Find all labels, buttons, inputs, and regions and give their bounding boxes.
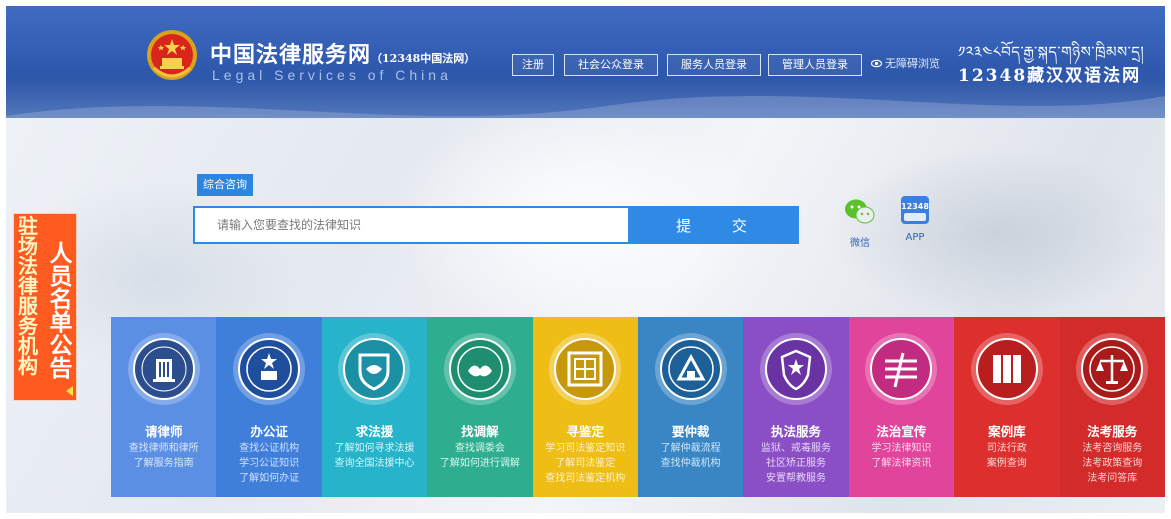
- service-tile-case-library[interactable]: 案例库 司法行政 案例查询: [954, 317, 1060, 497]
- accessibility-label: 无障碍浏览: [885, 57, 940, 70]
- notice-banner[interactable]: 驻场法律服务机构 人员名单公告: [13, 213, 77, 401]
- tile-title: 求法援: [355, 424, 394, 439]
- tile-link[interactable]: 案例查询: [954, 454, 1059, 469]
- tile-link[interactable]: 查找司法鉴定机构: [533, 469, 638, 484]
- case-library-icon: [970, 333, 1043, 405]
- tile-title: 寻鉴定: [566, 424, 605, 439]
- public-login-button[interactable]: 社会公众登录: [564, 54, 658, 76]
- tile-link[interactable]: 学习司法鉴定知识: [533, 439, 638, 454]
- wechat-label: 微信: [850, 238, 870, 249]
- tab-general-consult[interactable]: 综合咨询: [197, 174, 253, 196]
- tile-link[interactable]: 了解法律资讯: [849, 454, 954, 469]
- service-tile-mediation[interactable]: 找调解 查找调委会 了解如何进行调解: [427, 317, 533, 497]
- service-tile-legal-aid[interactable]: 求法援 了解如何寻求法援 查询全国法援中心: [321, 317, 428, 497]
- admin-login-button[interactable]: 管理人员登录: [768, 54, 862, 76]
- tile-link[interactable]: 查询全国法援中心: [322, 454, 427, 469]
- notice-arrow-icon: [66, 386, 73, 396]
- site-header: 中国法律服务网（12348中国法网） Legal Services of Chi…: [6, 6, 1165, 118]
- service-tile-publicity[interactable]: 法治宣传 学习法律知识 了解法律资讯: [848, 317, 955, 497]
- notary-emblem-icon: [233, 333, 306, 405]
- app-icon-text: 12348: [901, 202, 929, 211]
- tile-link[interactable]: 法考问答库: [1060, 469, 1165, 484]
- arbitration-icon: [654, 333, 727, 405]
- tile-link[interactable]: 法考咨询服务: [1060, 439, 1165, 454]
- notice-title-part2: 人员名单公告: [49, 240, 73, 382]
- tile-link[interactable]: 查找公证机构: [216, 439, 321, 454]
- legal-aid-icon: [338, 333, 411, 405]
- tile-title: 办公证: [250, 424, 288, 439]
- accessibility-link[interactable]: 无障碍浏览: [871, 55, 940, 71]
- police-emblem-icon: [760, 333, 833, 405]
- national-emblem-icon[interactable]: [146, 28, 198, 84]
- submit-button[interactable]: 提 交: [628, 208, 797, 242]
- tile-link[interactable]: 了解仲裁流程: [638, 439, 743, 454]
- notice-title-part1: 驻场法律服务机构: [18, 214, 38, 378]
- tile-link[interactable]: 了解如何寻求法援: [322, 439, 427, 454]
- tile-link[interactable]: 查找律师和律所: [111, 439, 216, 454]
- site-name-sub: （12348中国法网）: [371, 52, 476, 65]
- wechat-link[interactable]: 微信: [843, 197, 877, 249]
- site-name-text: 中国法律服务网: [210, 42, 372, 68]
- service-tile-arbitration[interactable]: 要仲裁 了解仲裁流程 查找仲裁机构: [637, 317, 744, 497]
- tile-link[interactable]: 学习法律知识: [849, 439, 954, 454]
- tile-link[interactable]: 法考政策查询: [1060, 454, 1165, 469]
- tile-link[interactable]: 司法行政: [954, 439, 1059, 454]
- service-tile-law-exam[interactable]: 法考服务 法考咨询服务 法考政策查询 法考问答库: [1059, 317, 1165, 497]
- tile-link[interactable]: 了解司法鉴定: [533, 454, 638, 469]
- site-name[interactable]: 中国法律服务网（12348中国法网）: [210, 37, 475, 69]
- exam-scales-icon: [1076, 333, 1149, 405]
- bilingual-site-name: 12348藏汉双语法网: [958, 66, 1142, 86]
- tile-link[interactable]: 了解如何办证: [216, 469, 321, 484]
- tile-link[interactable]: 安置帮教服务: [743, 469, 848, 484]
- appraisal-icon: [549, 333, 622, 405]
- mediation-icon: [443, 333, 516, 405]
- search-input[interactable]: [195, 208, 628, 242]
- eye-icon: [871, 59, 882, 67]
- tile-link[interactable]: 查找调委会: [427, 439, 532, 454]
- tile-title: 执法服务: [771, 424, 822, 439]
- tile-link[interactable]: 监狱、戒毒服务: [743, 439, 848, 454]
- service-tile-notary[interactable]: 办公证 查找公证机构 学习公证知识 了解如何办证: [216, 317, 322, 497]
- lawyer-emblem-icon: [127, 333, 200, 405]
- tile-title: 要仲裁: [671, 424, 710, 439]
- tile-title: 法治宣传: [876, 424, 927, 439]
- service-tiles: 请律师 查找律师和律所 了解服务指南 办公证 查找公证机构 学习公证知识 了解如…: [111, 317, 1165, 497]
- register-button[interactable]: 注册: [512, 54, 554, 76]
- tile-title: 找调解: [461, 424, 499, 439]
- tile-link[interactable]: 了解如何进行调解: [427, 454, 532, 469]
- publicity-icon: [865, 333, 938, 405]
- site-name-english: Legal Services of China: [212, 67, 452, 83]
- app-link[interactable]: 12348 APP: [900, 195, 930, 243]
- service-tile-appraisal[interactable]: 寻鉴定 学习司法鉴定知识 了解司法鉴定 查找司法鉴定机构: [532, 317, 638, 497]
- tile-title: 案例库: [988, 424, 1026, 439]
- tile-link[interactable]: 学习公证知识: [216, 454, 321, 469]
- wechat-icon: [845, 199, 875, 224]
- tile-title: 请律师: [144, 424, 183, 439]
- app-icon: 12348: [901, 196, 929, 224]
- tile-link[interactable]: 社区矫正服务: [743, 454, 848, 469]
- tile-title: 法考服务: [1087, 424, 1138, 439]
- app-label: APP: [905, 232, 925, 243]
- staff-login-button[interactable]: 服务人员登录: [667, 54, 761, 76]
- search-bar: 提 交: [193, 206, 799, 244]
- tile-link[interactable]: 查找仲裁机构: [638, 454, 743, 469]
- service-tile-lawyer[interactable]: 请律师 查找律师和律所 了解服务指南: [111, 317, 217, 497]
- tile-link[interactable]: 了解服务指南: [111, 454, 216, 469]
- service-tile-law-enforcement[interactable]: 执法服务 监狱、戒毒服务 社区矫正服务 安置帮教服务: [743, 317, 849, 497]
